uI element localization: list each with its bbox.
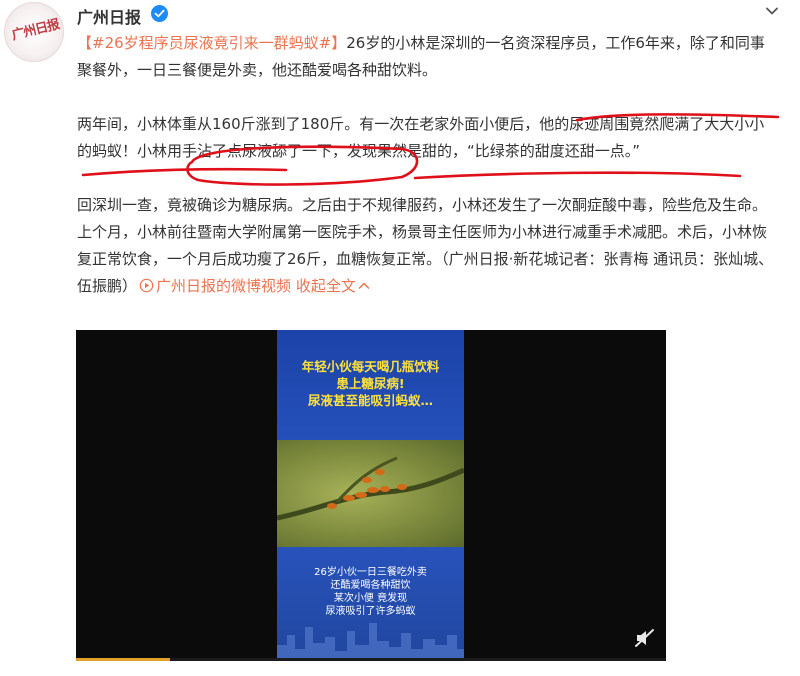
video-progress-bar[interactable] — [76, 658, 666, 661]
more-options-button[interactable] — [763, 2, 781, 20]
video-link-label: 广州日报的微博视频 — [156, 277, 292, 295]
poster-headline-line-2: 患上糖尿病! — [336, 376, 405, 391]
ants-on-branch-image — [276, 440, 466, 547]
paragraph-2-part-c: 小林用手沾了点尿液舔了一下， — [137, 142, 348, 160]
topic-hashtag-link[interactable]: 【#26岁程序员尿液竟引来一群蚂蚁#】 — [77, 34, 346, 52]
author-name[interactable]: 广州日报 — [77, 4, 141, 28]
poster-headline: 年轻小伙每天喝几瓶饮料 患上糖尿病! 尿液甚至能吸引蚂蚁… — [277, 358, 464, 409]
city-skyline-graphic — [277, 623, 464, 661]
avatar[interactable]: 广州日报 — [4, 2, 64, 62]
paragraph-1: 【#26岁程序员尿液竟引来一群蚂蚁#】26岁的小林是深圳的一名资深程序员，工作6… — [77, 30, 777, 84]
chevron-down-icon — [766, 7, 778, 15]
poster-headline-line-3: 尿液甚至能吸引蚂蚁… — [307, 393, 433, 408]
verified-check-icon — [151, 5, 168, 22]
video-link[interactable]: 广州日报的微博视频 — [137, 277, 291, 295]
paragraph-2-part-d: 发现果然是甜的，“比绿茶的甜度还甜一点。” — [347, 142, 641, 160]
video-poster: 年轻小伙每天喝几瓶饮料 患上糖尿病! 尿液甚至能吸引蚂蚁… 26岁小伙一日三餐吃… — [276, 330, 466, 661]
chevron-up-icon — [358, 282, 370, 289]
paragraph-2-part-a: 两年间，小林体重从160斤涨到了180斤。有一次在老家外面小便后， — [77, 115, 540, 133]
poster-headline-line-1: 年轻小伙每天喝几瓶饮料 — [301, 359, 440, 374]
poster-caption: 26岁小伙一日三餐吃外卖 还酷爱喝各种甜饮 某次小便 竟发现 尿液吸引了许多蚂蚁 — [277, 566, 464, 618]
mute-icon — [635, 629, 654, 647]
paragraph-2: 两年间，小林体重从160斤涨到了180斤。有一次在老家外面小便后，他的尿迹周围竟… — [77, 111, 777, 165]
poster-caption-line-2: 还酷爱喝各种甜饮 — [330, 580, 411, 591]
poster-caption-line-1: 26岁小伙一日三餐吃外卖 — [314, 567, 427, 578]
video-player[interactable]: 年轻小伙每天喝几瓶饮料 患上糖尿病! 尿液甚至能吸引蚂蚁… 26岁小伙一日三餐吃… — [76, 330, 666, 661]
collapse-label: 收起全文 — [295, 277, 356, 295]
video-progress-fill — [76, 658, 171, 661]
play-circle-icon — [139, 278, 154, 293]
avatar-logo: 广州日报 — [10, 17, 61, 44]
poster-caption-line-3: 某次小便 竟发现 — [333, 593, 408, 604]
paragraph-3: 回深圳一查，竟被确诊为糖尿病。之后由于不规律服药，小林还发生了一次酮症酸中毒，险… — [77, 192, 777, 300]
mute-button[interactable] — [634, 627, 656, 649]
post-content: 【#26岁程序员尿液竟引来一群蚂蚁#】26岁的小林是深圳的一名资深程序员，工作6… — [77, 30, 777, 300]
collapse-button[interactable]: 收起全文 — [296, 277, 370, 295]
